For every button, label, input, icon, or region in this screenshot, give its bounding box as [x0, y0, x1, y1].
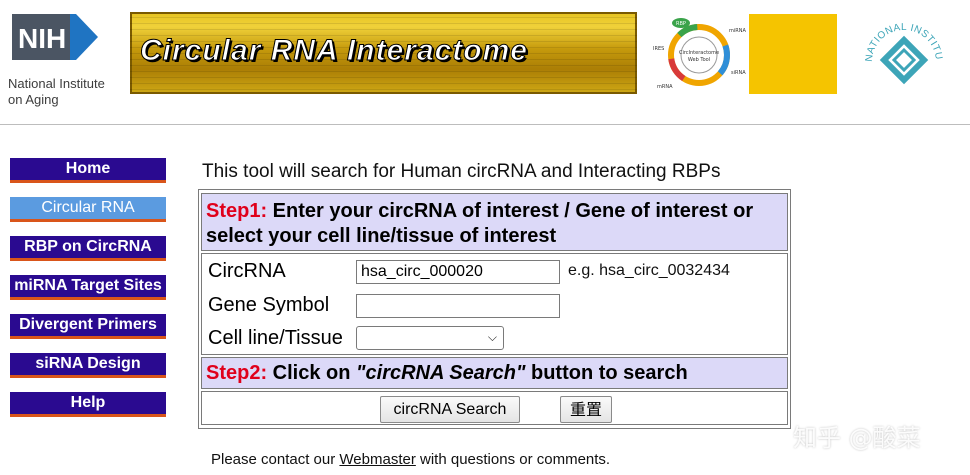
header-divider: [0, 124, 970, 125]
banner-title: Circular RNA Interactome: [140, 34, 528, 68]
chevron-down-icon: ⌵: [487, 330, 497, 344]
gene-symbol-label: Gene Symbol: [208, 294, 330, 316]
step1-instructions: Enter your circRNA of interest / Gene of…: [206, 200, 754, 247]
side-nav: Home Circular RNA RBP on CircRNA miRNA T…: [10, 158, 166, 431]
nav-circular-rna[interactable]: Circular RNA: [10, 197, 166, 222]
footer-post: with questions or comments.: [415, 451, 611, 468]
watermark: 知乎 @酸菜: [793, 424, 921, 452]
buttons-row: circRNA Search 重置: [201, 391, 788, 425]
banner: Circular RNA Interactome: [130, 12, 637, 94]
footer-pre: Please contact our: [211, 451, 340, 468]
nav-help[interactable]: Help: [10, 392, 166, 417]
step1-row: Step1: Enter your circRNA of interest / …: [201, 193, 788, 251]
gene-symbol-input[interactable]: [356, 294, 560, 318]
circrna-example: e.g. hsa_circ_0032434: [568, 262, 730, 279]
step1-prefix: Step1:: [206, 200, 268, 222]
wheel-label-rbp: RBP: [676, 21, 686, 27]
webmaster-link[interactable]: Webmaster: [339, 451, 415, 468]
nav-sirna-design[interactable]: siRNA Design: [10, 353, 166, 378]
circinteractome-wheel-icon: CircInteractome Web Tool RBP IRES miRNA …: [643, 12, 749, 96]
nih-logo-subtitle: National Institute on Aging: [8, 76, 105, 107]
wheel-label-mrna: mRNA: [657, 84, 673, 90]
nav-divergent-primers[interactable]: Divergent Primers: [10, 314, 166, 339]
wheel-center-line2: Web Tool: [688, 57, 710, 63]
wheel-label-ires: IRES: [653, 46, 664, 52]
nih-aging-logo[interactable]: NIH National Institute on Aging: [8, 12, 120, 107]
cell-line-label: Cell line/Tissue: [208, 327, 343, 349]
wheel-label-mirna: miRNA: [729, 28, 746, 34]
step1-text: Step1: Enter your circRNA of interest / …: [206, 199, 786, 249]
nih-seal-icon: NATIONAL INSTITUTES OF HEALTH: [858, 10, 944, 85]
step2-text: Step2: Click on "circRNA Search" button …: [206, 361, 688, 386]
cell-line-select[interactable]: ⌵: [356, 326, 504, 350]
wheel-label-sirna: siRNA: [731, 70, 746, 76]
reset-button[interactable]: 重置: [560, 396, 612, 423]
circrna-search-button[interactable]: circRNA Search: [380, 396, 520, 423]
step2-pre: Click on: [267, 362, 357, 384]
step2-row: Step2: Click on "circRNA Search" button …: [201, 357, 788, 389]
banner-yellow-panel: [749, 14, 837, 94]
step2-post: button to search: [525, 362, 688, 384]
step2-prefix: Step2:: [206, 362, 268, 384]
circrna-label: CircRNA: [208, 260, 286, 282]
search-form: Step1: Enter your circRNA of interest / …: [198, 189, 791, 429]
circrna-input[interactable]: [356, 260, 560, 284]
wheel-center-line1: CircInteractome: [679, 50, 719, 56]
fields-row: CircRNA e.g. hsa_circ_0032434 Gene Symbo…: [201, 253, 788, 355]
nih-mark-text: NIH: [18, 23, 66, 54]
intro-text: This tool will search for Human circRNA …: [202, 161, 721, 182]
nav-mirna-target-sites[interactable]: miRNA Target Sites: [10, 275, 166, 300]
step2-emphasis: "circRNA Search": [356, 362, 526, 384]
nih-logo-icon: NIH: [12, 14, 98, 60]
footer-text: Please contact our Webmaster with questi…: [211, 451, 610, 468]
nav-rbp-on-circrna[interactable]: RBP on CircRNA: [10, 236, 166, 261]
nav-home[interactable]: Home: [10, 158, 166, 183]
